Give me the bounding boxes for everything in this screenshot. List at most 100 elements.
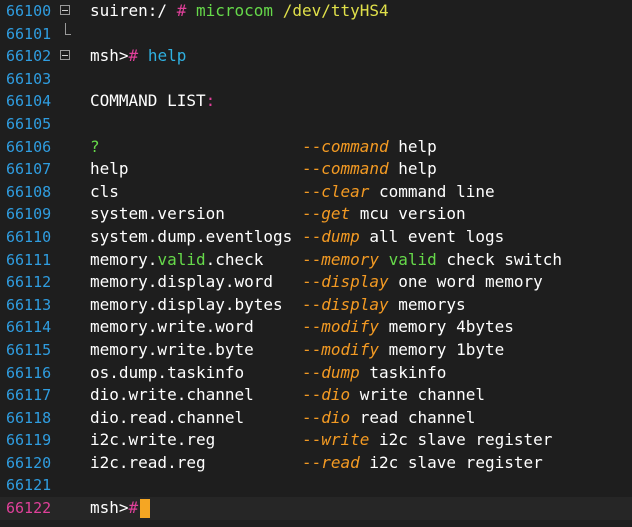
column-padding [292,227,302,246]
command-description: one word memory [388,272,543,292]
command-name: ? [90,136,100,156]
code-line[interactable]: 66122 msh># [0,497,632,520]
comment-dash: -- [301,226,322,246]
fold-collapse-icon[interactable] [60,5,70,15]
line-number: 66113 [6,295,52,314]
command-name: memory.display.word [90,272,274,292]
line-content: suiren:/ # microcom /dev/ttyHS4 [90,0,389,23]
column-padding [283,295,302,314]
command-description: i2c slave register [359,452,543,472]
comment-dash: -- [301,452,322,472]
command-name: system.version [90,204,225,224]
code-line[interactable]: 66108 cls --clear command line [0,181,632,204]
column-padding [244,363,302,382]
line-number: 66120 [6,453,52,472]
code-line[interactable]: 66120 i2c.read.reg --read i2c slave regis… [0,452,632,475]
comment-keyword: dump [321,362,360,382]
code-line[interactable]: 66103 [0,68,632,91]
command-description: taskinfo [359,362,447,382]
code-line[interactable]: 66115 memory.write.byte --modify memory 1… [0,339,632,362]
line-content: ? --command help [90,136,437,159]
command-description: help [388,136,437,156]
line-number: 66119 [6,431,52,450]
comment-dash: -- [301,181,322,201]
line-number: 66100 [6,2,52,20]
command-name: i2c.write.reg [90,430,216,450]
line-number: 66117 [6,386,52,405]
comment-keyword: dump [321,226,360,246]
comment-dash: -- [301,317,322,337]
command-name: memory.display.bytes [90,294,283,314]
comment-keyword: modify [321,339,379,359]
line-number: 66112 [6,273,52,292]
command-description: all event logs [359,226,505,246]
line-content: memory.display.bytes --display memorys [90,294,466,317]
comment-dash: -- [301,272,322,292]
shell-command: microcom [195,1,274,20]
fold-end-icon [65,22,71,35]
column-padding [254,385,302,404]
prompt-hash: # [128,46,139,66]
command-description: help [388,159,437,179]
line-number: 66102 [6,47,52,66]
code-line[interactable]: 66105 [0,113,632,136]
line-number: 66101 [6,24,52,43]
code-line[interactable]: 66114 memory.write.word --modify memory 4… [0,316,632,339]
text-cursor [140,499,151,519]
code-line[interactable]: 66101 [0,22,632,46]
line-content: memory.write.word --modify memory 4bytes [90,316,514,339]
comment-keyword: modify [321,317,379,337]
comment-keyword-green: valid [379,249,437,269]
line-content: dio.write.channel --dio write channel [90,384,485,407]
command-list-header: COMMAND LIST [90,91,206,111]
fold-collapse-icon[interactable] [60,50,70,61]
command-description: check switch [436,249,563,269]
command-name: .check [205,249,264,269]
line-number: 66107 [6,160,52,179]
command-name: system.dump.eventlogs [90,226,293,246]
msh-prompt: msh> [90,46,129,66]
command-description: memory 1byte [379,339,505,359]
code-line[interactable]: 66111 memory.valid.check --memory valid c… [0,249,632,272]
comment-dash: -- [301,136,322,156]
code-line[interactable]: 66109 system.version --get mcu version [0,203,632,226]
code-line[interactable]: 66119 i2c.write.reg --write i2c slave reg… [0,429,632,452]
line-content: dio.read.channel --dio read channel [90,407,475,430]
code-line[interactable]: 66113 memory.display.bytes --display memo… [0,294,632,317]
line-content: cls --clear command line [90,181,495,204]
terminal-editor[interactable]: 66100 suiren:/ # microcom /dev/ttyHS4 6610… [0,0,632,527]
line-content: system.version --get mcu version [90,203,466,226]
command-name: valid [157,249,206,269]
command-description: read channel [350,407,476,427]
comment-keyword: command [321,136,389,156]
command-name: memory. [90,249,158,269]
comment-keyword: memory [321,249,379,269]
code-line[interactable]: 66110 system.dump.eventlogs --dump all ev… [0,226,632,249]
comment-keyword: read [321,452,360,472]
device-path: /dev/ttyHS4 [282,1,389,20]
code-line[interactable]: 66100 suiren:/ # microcom /dev/ttyHS4 [0,0,632,23]
comment-keyword: dio [321,385,351,405]
line-number: 66111 [6,250,52,269]
code-line[interactable]: 66107 help --command help [0,158,632,181]
code-line[interactable]: 66112 memory.display.word --display one w… [0,271,632,294]
command-description: write channel [350,385,485,405]
line-content: memory.valid.check --memory valid check … [90,249,562,272]
line-number: 66104 [6,92,52,111]
comment-dash: -- [301,407,322,427]
column-padding [119,182,302,201]
line-content: i2c.write.reg --write i2c slave register [90,429,552,452]
code-line[interactable]: 66106? --command help [0,136,632,159]
command-description: mcu version [350,204,466,224]
msh-prompt: msh> [90,498,129,518]
column-padding [215,430,302,449]
code-line[interactable]: 66117 dio.write.channel --dio write chann… [0,384,632,407]
comment-keyword: display [321,294,389,314]
code-line[interactable]: 66104 COMMAND LIST: [0,90,632,113]
command-name: dio.read.channel [90,407,245,427]
code-line[interactable]: 66121 [0,474,632,497]
comment-dash: -- [301,249,322,269]
code-line[interactable]: 66116 os.dump.taskinfo --dump taskinfo [0,362,632,385]
code-line[interactable]: 66102 msh># help [0,45,632,68]
code-line[interactable]: 66118 dio.read.channel --dio read channel [0,407,632,430]
